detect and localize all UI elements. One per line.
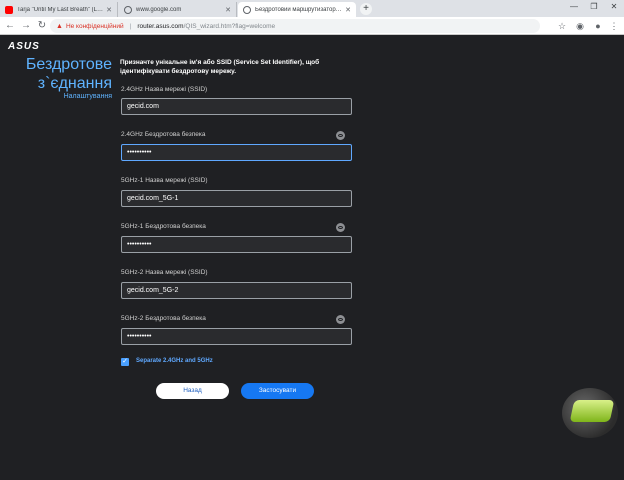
tab-youtube[interactable]: Tarja "Until My Last Breath" (Live... ✕: [0, 2, 118, 17]
asus-logo: ASUS: [8, 41, 40, 52]
intro-text: Призначте унікальне ім'я або SSID (Servi…: [120, 59, 320, 75]
page-subtitle: Налаштування: [63, 93, 112, 100]
minimize-icon[interactable]: —: [564, 0, 584, 14]
youtube-icon: [5, 5, 13, 14]
ssid-24-label: 2.4GHz Назва мережі (SSID): [121, 86, 208, 93]
apply-button[interactable]: Застосувати: [241, 383, 314, 399]
separate-bands-checkbox[interactable]: ✓: [121, 358, 129, 366]
tab-title: www.google.com: [136, 6, 182, 13]
eye-icon[interactable]: [336, 131, 345, 140]
extension-icon[interactable]: ◉: [574, 19, 586, 33]
new-tab-button[interactable]: +: [360, 3, 372, 15]
tab-router[interactable]: Бездротовий маршрутизатор AS... ✕: [238, 2, 356, 17]
page-title-line2: з`єднання: [37, 75, 112, 92]
security-24-label: 2.4GHz Бездротова безпека: [121, 131, 206, 138]
security-5g1-label: 5GHz-1 Бездротова безпека: [121, 223, 206, 230]
tab-title: Бездротовий маршрутизатор AS...: [255, 6, 343, 13]
security-24-input[interactable]: ••••••••••: [121, 144, 352, 161]
page-title: Бездротове з`єднання: [26, 55, 112, 93]
globe-icon: [243, 5, 251, 14]
globe-icon: [124, 5, 132, 14]
reload-icon[interactable]: ↻: [36, 19, 48, 33]
close-window-icon[interactable]: ✕: [604, 0, 624, 14]
tab-strip: Tarja "Until My Last Breath" (Live... ✕ …: [0, 0, 624, 17]
back-arrow-icon[interactable]: ←: [4, 19, 16, 33]
ssid-5g1-input[interactable]: gecid.com_5G-1: [121, 190, 352, 207]
security-5g2-label: 5GHz-2 Бездротова безпека: [121, 315, 206, 322]
warning-icon: ▲: [56, 22, 63, 30]
tab-title: Tarja "Until My Last Breath" (Live...: [17, 6, 104, 13]
url-field[interactable]: ▲ Не конфіденційний | router.asus.com/QI…: [50, 19, 540, 33]
url-host: router.asus.com: [137, 22, 184, 30]
gecid-watermark-logo: [562, 388, 618, 438]
ssid-5g2-input[interactable]: gecid.com_5G-2: [121, 282, 352, 299]
account-icon[interactable]: ●: [592, 19, 604, 33]
security-5g1-input[interactable]: ••••••••••: [121, 236, 352, 253]
not-secure-label[interactable]: Не конфіденційний: [66, 23, 124, 30]
menu-icon[interactable]: ⋮: [608, 19, 620, 33]
address-bar: ← → ↻ ▲ Не конфіденційний | router.asus.…: [0, 17, 624, 35]
close-icon[interactable]: ✕: [225, 6, 231, 14]
close-icon[interactable]: ✕: [106, 6, 112, 14]
close-icon[interactable]: ✕: [345, 6, 351, 14]
url-path: /QIS_wizard.htm?flag=welcome: [183, 22, 276, 30]
tab-google[interactable]: www.google.com ✕: [119, 2, 237, 17]
forward-arrow-icon[interactable]: →: [20, 19, 32, 33]
back-button[interactable]: Назад: [156, 383, 229, 399]
eye-icon[interactable]: [336, 223, 345, 232]
router-page: ASUS Бездротове з`єднання Налаштування П…: [0, 36, 624, 480]
separate-bands-label[interactable]: Separate 2.4GHz and 5GHz: [136, 358, 213, 364]
ssid-5g1-label: 5GHz-1 Назва мережі (SSID): [121, 177, 208, 184]
divider: |: [129, 22, 132, 30]
ssid-24-input[interactable]: gecid.com: [121, 98, 352, 115]
maximize-icon[interactable]: ❐: [584, 0, 604, 14]
security-5g2-input[interactable]: ••••••••••: [121, 328, 352, 345]
star-icon[interactable]: ☆: [556, 19, 568, 33]
ssid-5g2-label: 5GHz-2 Назва мережі (SSID): [121, 269, 208, 276]
page-title-line1: Бездротове: [25, 56, 112, 73]
eye-icon[interactable]: [336, 315, 345, 324]
